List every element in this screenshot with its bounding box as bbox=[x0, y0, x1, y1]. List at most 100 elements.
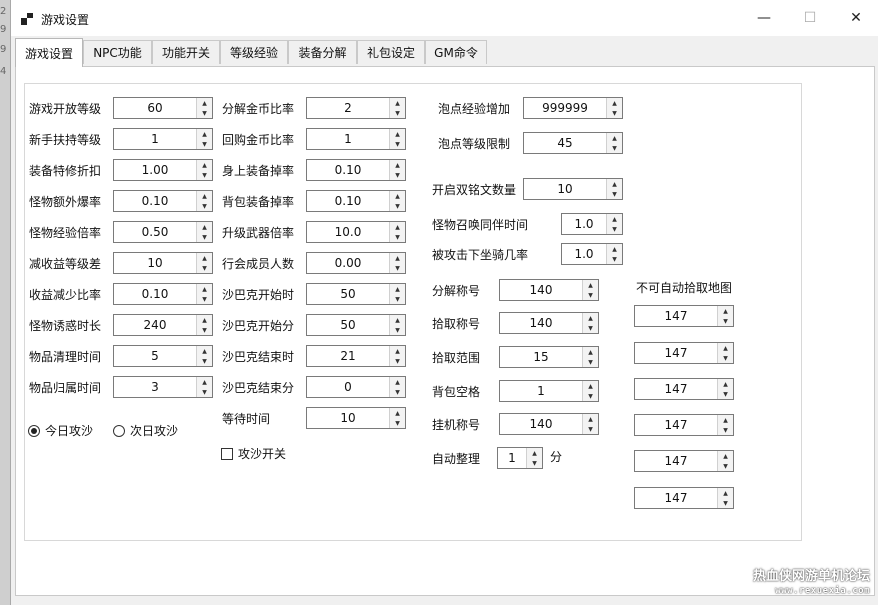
spin-value[interactable]: 0.50 bbox=[114, 222, 196, 242]
tab-feature-switch[interactable]: 功能开关 bbox=[152, 40, 220, 64]
spinner-col1-3[interactable]: 0.10 ▲ ▼ bbox=[113, 190, 213, 212]
spin-arrows[interactable]: ▲ ▼ bbox=[196, 129, 212, 149]
spin-down-icon[interactable]: ▼ bbox=[197, 232, 212, 242]
tab-equip-decompose[interactable]: 装备分解 bbox=[288, 40, 357, 64]
spin-value[interactable]: 10 bbox=[524, 179, 606, 199]
spinner-col3-9[interactable]: 140 ▲ ▼ bbox=[499, 413, 599, 435]
spinner-col2-5[interactable]: 0.00 ▲ ▼ bbox=[306, 252, 406, 274]
spin-value[interactable]: 15 bbox=[500, 347, 582, 367]
map-spinner-3[interactable]: 147 ▲ ▼ bbox=[634, 414, 734, 436]
spin-value[interactable]: 147 bbox=[635, 415, 717, 435]
spin-value[interactable]: 147 bbox=[635, 306, 717, 326]
radio-0[interactable]: 今日攻沙 bbox=[28, 422, 93, 439]
spin-down-icon[interactable]: ▼ bbox=[197, 139, 212, 149]
spin-arrows[interactable]: ▲ ▼ bbox=[389, 284, 405, 304]
spin-down-icon[interactable]: ▼ bbox=[583, 357, 598, 367]
map-spinner-0[interactable]: 147 ▲ ▼ bbox=[634, 305, 734, 327]
spin-arrows[interactable]: ▲ ▼ bbox=[196, 377, 212, 397]
spin-down-icon[interactable]: ▼ bbox=[718, 389, 733, 399]
spin-value[interactable]: 147 bbox=[635, 343, 717, 363]
maximize-button[interactable]: ☐ bbox=[787, 0, 833, 36]
spin-down-icon[interactable]: ▼ bbox=[390, 139, 405, 149]
map-spinner-4[interactable]: 147 ▲ ▼ bbox=[634, 450, 734, 472]
spin-down-icon[interactable]: ▼ bbox=[718, 461, 733, 471]
spinner-col1-1[interactable]: 1 ▲ ▼ bbox=[113, 128, 213, 150]
spin-value[interactable]: 10 bbox=[114, 253, 196, 273]
tab-gift-pack[interactable]: 礼包设定 bbox=[357, 40, 425, 64]
spin-down-icon[interactable]: ▼ bbox=[583, 424, 598, 434]
spinner-col3-1[interactable]: 45 ▲ ▼ bbox=[523, 132, 623, 154]
spin-arrows[interactable]: ▲ ▼ bbox=[606, 214, 622, 234]
spin-value[interactable]: 140 bbox=[500, 414, 582, 434]
spinner-col3-6[interactable]: 140 ▲ ▼ bbox=[499, 312, 599, 334]
spin-down-icon[interactable]: ▼ bbox=[390, 263, 405, 273]
spin-arrows[interactable]: ▲ ▼ bbox=[582, 347, 598, 367]
spin-arrows[interactable]: ▲ ▼ bbox=[196, 284, 212, 304]
spin-down-icon[interactable]: ▼ bbox=[197, 356, 212, 366]
tab-game-settings[interactable]: 游戏设置 bbox=[15, 38, 83, 67]
spin-down-icon[interactable]: ▼ bbox=[583, 290, 598, 300]
spin-value[interactable]: 50 bbox=[307, 315, 389, 335]
radio-circle-icon[interactable] bbox=[28, 424, 40, 437]
spinner-col2-3[interactable]: 0.10 ▲ ▼ bbox=[306, 190, 406, 212]
spin-arrows[interactable]: ▲ ▼ bbox=[196, 160, 212, 180]
spin-down-icon[interactable]: ▼ bbox=[390, 325, 405, 335]
spinner-col1-9[interactable]: 3 ▲ ▼ bbox=[113, 376, 213, 398]
spin-arrows[interactable]: ▲ ▼ bbox=[717, 306, 733, 326]
spin-arrows[interactable]: ▲ ▼ bbox=[717, 488, 733, 508]
spin-value[interactable]: 0.10 bbox=[307, 160, 389, 180]
spinner-col2-7[interactable]: 50 ▲ ▼ bbox=[306, 314, 406, 336]
spin-down-icon[interactable]: ▼ bbox=[390, 294, 405, 304]
spinner-col3-8[interactable]: 1 ▲ ▼ bbox=[499, 380, 599, 402]
spin-value[interactable]: 50 bbox=[307, 284, 389, 304]
spinner-col1-8[interactable]: 5 ▲ ▼ bbox=[113, 345, 213, 367]
spin-down-icon[interactable]: ▼ bbox=[390, 170, 405, 180]
spin-arrows[interactable]: ▲ ▼ bbox=[389, 377, 405, 397]
spin-value[interactable]: 140 bbox=[500, 280, 582, 300]
spinner-col1-4[interactable]: 0.50 ▲ ▼ bbox=[113, 221, 213, 243]
spin-value[interactable]: 0 bbox=[307, 377, 389, 397]
spin-value[interactable]: 147 bbox=[635, 488, 717, 508]
spin-value[interactable]: 0.10 bbox=[114, 284, 196, 304]
map-spinner-5[interactable]: 147 ▲ ▼ bbox=[634, 487, 734, 509]
spin-arrows[interactable]: ▲ ▼ bbox=[582, 313, 598, 333]
spin-value[interactable]: 45 bbox=[524, 133, 606, 153]
spin-value[interactable]: 147 bbox=[635, 379, 717, 399]
spin-arrows[interactable]: ▲ ▼ bbox=[389, 315, 405, 335]
spin-down-icon[interactable]: ▼ bbox=[607, 254, 622, 264]
spin-arrows[interactable]: ▲ ▼ bbox=[389, 222, 405, 242]
spin-value[interactable]: 0.10 bbox=[114, 191, 196, 211]
spinner-col2-1[interactable]: 1 ▲ ▼ bbox=[306, 128, 406, 150]
spin-down-icon[interactable]: ▼ bbox=[390, 232, 405, 242]
spin-value[interactable]: 2 bbox=[307, 98, 389, 118]
spin-value[interactable]: 10 bbox=[307, 408, 389, 428]
spin-value[interactable]: 3 bbox=[114, 377, 196, 397]
spin-value[interactable]: 5 bbox=[114, 346, 196, 366]
spinner-col1-7[interactable]: 240 ▲ ▼ bbox=[113, 314, 213, 336]
spin-down-icon[interactable]: ▼ bbox=[718, 353, 733, 363]
spin-arrows[interactable]: ▲ ▼ bbox=[717, 343, 733, 363]
spin-down-icon[interactable]: ▼ bbox=[527, 458, 542, 468]
spin-arrows[interactable]: ▲ ▼ bbox=[196, 315, 212, 335]
spin-arrows[interactable]: ▲ ▼ bbox=[389, 98, 405, 118]
spin-arrows[interactable]: ▲ ▼ bbox=[196, 253, 212, 273]
close-button[interactable]: ✕ bbox=[833, 0, 878, 36]
spinner-col3-4[interactable]: 1.0 ▲ ▼ bbox=[561, 243, 623, 265]
spin-down-icon[interactable]: ▼ bbox=[718, 425, 733, 435]
spin-value[interactable]: 21 bbox=[307, 346, 389, 366]
spin-value[interactable]: 1 bbox=[500, 381, 582, 401]
spinner-col3-3[interactable]: 1.0 ▲ ▼ bbox=[561, 213, 623, 235]
spin-value[interactable]: 10.0 bbox=[307, 222, 389, 242]
spin-arrows[interactable]: ▲ ▼ bbox=[389, 160, 405, 180]
spin-value[interactable]: 1.0 bbox=[562, 244, 606, 264]
spin-arrows[interactable]: ▲ ▼ bbox=[389, 191, 405, 211]
spinner-col2-9[interactable]: 0 ▲ ▼ bbox=[306, 376, 406, 398]
spin-arrows[interactable]: ▲ ▼ bbox=[389, 253, 405, 273]
spin-down-icon[interactable]: ▼ bbox=[197, 170, 212, 180]
map-spinner-2[interactable]: 147 ▲ ▼ bbox=[634, 378, 734, 400]
spin-arrows[interactable]: ▲ ▼ bbox=[196, 191, 212, 211]
spin-value[interactable]: 140 bbox=[500, 313, 582, 333]
spin-down-icon[interactable]: ▼ bbox=[197, 294, 212, 304]
spinner-col1-5[interactable]: 10 ▲ ▼ bbox=[113, 252, 213, 274]
spin-down-icon[interactable]: ▼ bbox=[390, 418, 405, 428]
